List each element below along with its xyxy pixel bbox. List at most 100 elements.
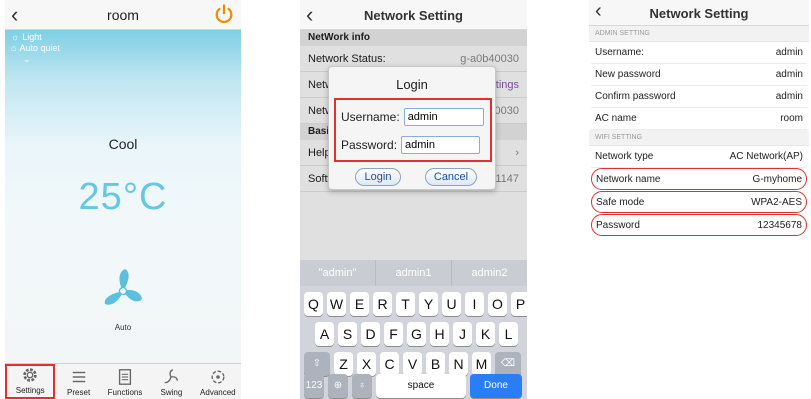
tab-preset[interactable]: Preset <box>55 364 101 399</box>
globe-icon[interactable]: ⊕ <box>328 374 348 398</box>
login-screen: ‹ Network Setting NetWork info Network S… <box>300 0 527 399</box>
key[interactable]: T <box>396 292 415 316</box>
credentials-highlight: Username: Password: <box>334 98 492 162</box>
key[interactable]: V <box>403 352 422 376</box>
row-label: Safe mode <box>596 196 645 208</box>
ac-display: ☼ Light ⌂ Auto quiet ⌄ Cool 25°C Auto <box>5 30 241 364</box>
key[interactable]: Z <box>334 352 353 376</box>
dialog-title: Login <box>396 77 428 92</box>
shift-key[interactable]: ⇧ <box>304 352 330 376</box>
row-value: admin <box>775 47 803 58</box>
key[interactable]: K <box>476 322 495 346</box>
login-button[interactable]: Login <box>355 168 401 186</box>
tab-settings[interactable]: Settings <box>5 364 56 399</box>
key[interactable]: F <box>384 322 403 346</box>
suggestion-item[interactable]: admin2 <box>452 260 527 286</box>
suggestion-item[interactable]: admin1 <box>376 260 452 286</box>
page-title: room <box>107 7 139 23</box>
tab-bar: Settings Preset Functions Swing Advanced <box>5 363 241 399</box>
space-key[interactable]: space <box>376 374 466 398</box>
username-row: Username: <box>341 108 484 126</box>
mode-label: Cool <box>108 136 138 152</box>
tab-advanced[interactable]: Advanced <box>195 364 241 399</box>
fan-mode-label: Auto <box>114 323 132 332</box>
key-row-3: ⇧ Z X C V B N M ⌫ <box>304 352 521 376</box>
power-icon[interactable] <box>213 3 235 25</box>
row-label: Confirm password <box>595 91 676 102</box>
key[interactable]: D <box>361 322 380 346</box>
key[interactable]: L <box>499 322 518 346</box>
key[interactable]: I <box>465 292 484 316</box>
tab-label: Functions <box>107 388 143 397</box>
page-title: Network Setting <box>649 6 749 21</box>
key-row-4: 123 ⊕ ♁ space Done <box>304 374 522 398</box>
row-label: Password <box>596 219 640 231</box>
backspace-key[interactable]: ⌫ <box>495 352 521 376</box>
key[interactable]: E <box>350 292 369 316</box>
list-item-ac-name[interactable]: AC name room <box>591 108 807 130</box>
login-dialog: Login Username: Password: Login Cancel <box>328 66 496 190</box>
key[interactable]: P <box>511 292 527 316</box>
section-wifi-setting: WIFI SETTING <box>589 130 809 146</box>
key[interactable]: S <box>338 322 357 346</box>
suggestion-bar: "admin" admin1 admin2 <box>300 260 527 286</box>
row-value: AC Network(AP) <box>729 151 803 162</box>
chevron-down-icon[interactable]: ⌄ <box>23 54 31 65</box>
username-input[interactable] <box>403 108 484 126</box>
key[interactable]: R <box>373 292 392 316</box>
list-item-network-name[interactable]: Network name G-myhome <box>591 168 807 190</box>
key[interactable]: C <box>380 352 399 376</box>
tab-label: Advanced <box>200 388 236 397</box>
row-value: admin <box>775 69 803 80</box>
section-admin-setting: ADMIN SETTING <box>589 26 809 42</box>
list-item-confirm-password[interactable]: Confirm password admin <box>591 86 807 108</box>
row-label: Network type <box>595 151 654 162</box>
list-item-password[interactable]: Password 12345678 <box>591 214 807 236</box>
key[interactable]: X <box>357 352 376 376</box>
row-value: 12345678 <box>757 219 803 231</box>
list-item-new-password[interactable]: New password admin <box>591 64 807 86</box>
quiet-icon: ⌂ <box>11 43 17 53</box>
key[interactable]: H <box>430 322 449 346</box>
document-icon <box>118 369 132 385</box>
done-key[interactable]: Done <box>470 374 522 398</box>
nav-bar: ‹ Network Setting <box>300 0 527 30</box>
key[interactable]: W <box>327 292 346 316</box>
cancel-button[interactable]: Cancel <box>425 168 477 186</box>
list-item-username[interactable]: Username: admin <box>591 42 807 64</box>
username-label: Username: <box>341 110 400 124</box>
password-input[interactable] <box>401 136 481 154</box>
row-label: Username: <box>595 47 644 58</box>
ac-control-screen: ‹ room ☼ Light ⌂ Auto quiet ⌄ Cool 25°C <box>5 0 241 399</box>
tab-swing[interactable]: Swing <box>148 364 194 399</box>
advanced-icon <box>211 370 225 384</box>
light-icon: ☼ <box>11 32 20 42</box>
list-item-safe-mode[interactable]: Safe mode WPA2-AES <box>591 191 807 213</box>
key[interactable]: U <box>442 292 461 316</box>
key[interactable]: A <box>315 322 334 346</box>
key[interactable]: J <box>453 322 472 346</box>
key[interactable]: M <box>472 352 491 376</box>
key[interactable]: O <box>488 292 507 316</box>
key[interactable]: Q <box>304 292 323 316</box>
row-value: room <box>780 113 803 124</box>
row-value: admin <box>775 91 803 102</box>
list-item-network-type[interactable]: Network type AC Network(AP) <box>591 146 807 168</box>
password-row: Password: <box>341 136 481 154</box>
nav-bar: ‹ room <box>5 0 241 30</box>
numbers-key[interactable]: 123 <box>304 374 324 398</box>
gear-icon <box>23 368 37 382</box>
key[interactable]: B <box>426 352 445 376</box>
key[interactable]: G <box>407 322 426 346</box>
suggestion-item[interactable]: "admin" <box>300 260 376 286</box>
status-indicators: ☼ Light ⌂ Auto quiet ⌄ <box>11 32 60 65</box>
tab-functions[interactable]: Functions <box>102 364 148 399</box>
fan-icon[interactable] <box>98 266 148 316</box>
row-value: WPA2-AES <box>751 196 802 208</box>
microphone-icon[interactable]: ♁ <box>352 374 372 398</box>
key[interactable]: N <box>449 352 468 376</box>
temperature-display: 25°C <box>78 176 168 218</box>
list-icon <box>72 371 85 383</box>
row-label: New password <box>595 69 661 80</box>
key[interactable]: Y <box>419 292 438 316</box>
